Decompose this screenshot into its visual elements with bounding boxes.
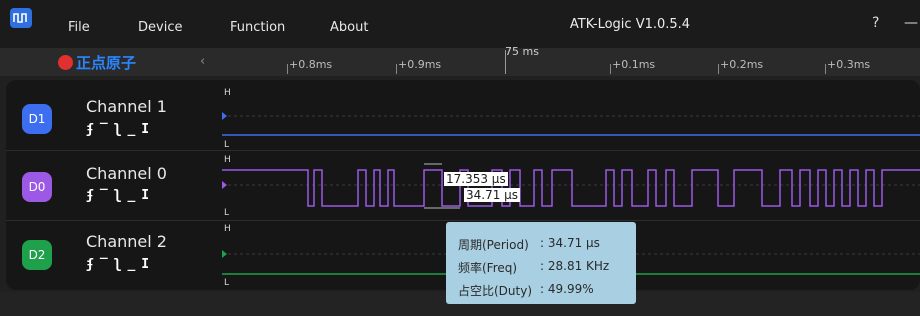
tick-label: +0.1ms: [612, 58, 656, 71]
trigger-icons[interactable]: ʄ‾ʅ_I: [86, 122, 155, 137]
menu-about[interactable]: About: [330, 20, 368, 35]
period-value: : 34.71 μs: [540, 236, 600, 250]
pulse-width-label: 17.353 μs: [444, 172, 508, 186]
freq-value: : 28.81 KHz: [540, 259, 610, 273]
menu-function[interactable]: Function: [230, 20, 285, 35]
menu-file[interactable]: File: [68, 20, 90, 35]
channel-name[interactable]: Channel 2: [86, 232, 167, 251]
period-label: 34.71 μs: [464, 188, 521, 202]
tick-mark: [287, 64, 288, 74]
tick-label: +0.9ms: [398, 58, 442, 71]
time-ruler[interactable]: [0, 48, 920, 76]
tick-label: +0.8ms: [289, 58, 333, 71]
channel-badge-d2[interactable]: D2: [22, 240, 52, 270]
trigger-marker: [222, 112, 227, 120]
center-time-label: 75 ms: [505, 45, 539, 58]
tick-mark: [610, 64, 611, 74]
menu-device[interactable]: Device: [138, 20, 182, 35]
atk-logo-icon: [58, 55, 73, 70]
channel-badge-d0[interactable]: D0: [22, 172, 52, 202]
app-logo-icon: [10, 8, 32, 28]
tick-mark: [825, 64, 826, 74]
window-title: ATK-Logic V1.0.5.4: [569, 17, 691, 32]
channel-name[interactable]: Channel 1: [86, 97, 167, 116]
period-label: 周期(Period): [458, 238, 529, 252]
measurement-tooltip: 周期(Period) : 34.71 μs 频率(Freq) : 28.81 K…: [446, 222, 636, 304]
trigger-icons[interactable]: ʄ‾ʅ_I: [86, 188, 155, 203]
tick-label: +0.2ms: [720, 58, 764, 71]
trigger-marker: [222, 250, 227, 258]
channel-0-signal: [222, 169, 920, 207]
trigger-marker: [222, 181, 227, 189]
tick-label: +0.3ms: [827, 58, 871, 71]
freq-label: 频率(Freq): [458, 261, 518, 275]
menu-bar: File Device Function About ATK-Logic V1.…: [0, 0, 920, 48]
channel-badge-d1[interactable]: D1: [22, 104, 52, 134]
help-button[interactable]: ?: [872, 15, 879, 31]
brand-name: 正点原子: [76, 54, 137, 72]
channel-name[interactable]: Channel 0: [86, 164, 167, 183]
duty-label: 占空比(Duty): [458, 284, 533, 298]
tick-mark: [396, 64, 397, 74]
chevron-left-icon[interactable]: ‹: [200, 54, 205, 69]
tick-mark: [718, 64, 719, 74]
trigger-icons[interactable]: ʄ‾ʅ_I: [86, 257, 155, 272]
duty-value: : 49.99%: [540, 282, 594, 296]
minimize-button[interactable]: —: [904, 15, 918, 31]
